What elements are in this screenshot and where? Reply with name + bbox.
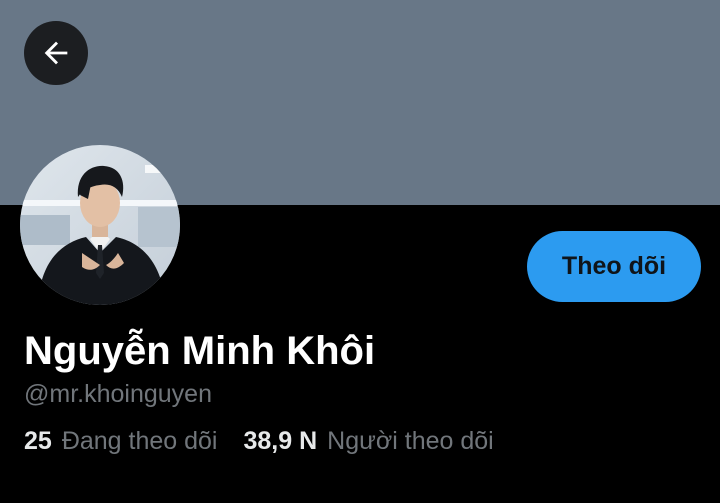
profile-handle: @mr.khoinguyen bbox=[24, 380, 212, 408]
following-label: Đang theo dõi bbox=[61, 427, 218, 455]
profile-page: Theo dõi Nguyễn Minh Khôi @mr.khoinguyen… bbox=[0, 0, 720, 503]
follow-button[interactable]: Theo dõi bbox=[527, 231, 701, 302]
following-stat[interactable]: 25 Đang theo dõi bbox=[24, 426, 218, 456]
back-button[interactable] bbox=[24, 21, 88, 85]
avatar[interactable] bbox=[20, 145, 180, 305]
followers-stat[interactable]: 38,9 N Người theo dõi bbox=[244, 426, 494, 456]
avatar-photo bbox=[20, 145, 180, 305]
followers-label: Người theo dõi bbox=[327, 427, 494, 455]
followers-count: 38,9 N bbox=[243, 427, 318, 455]
following-count: 25 bbox=[24, 427, 52, 455]
profile-display-name: Nguyễn Minh Khôi bbox=[24, 329, 376, 373]
arrow-left-icon bbox=[44, 41, 68, 65]
profile-stats: 25 Đang theo dõi 38,9 N Người theo dõi bbox=[24, 426, 494, 456]
